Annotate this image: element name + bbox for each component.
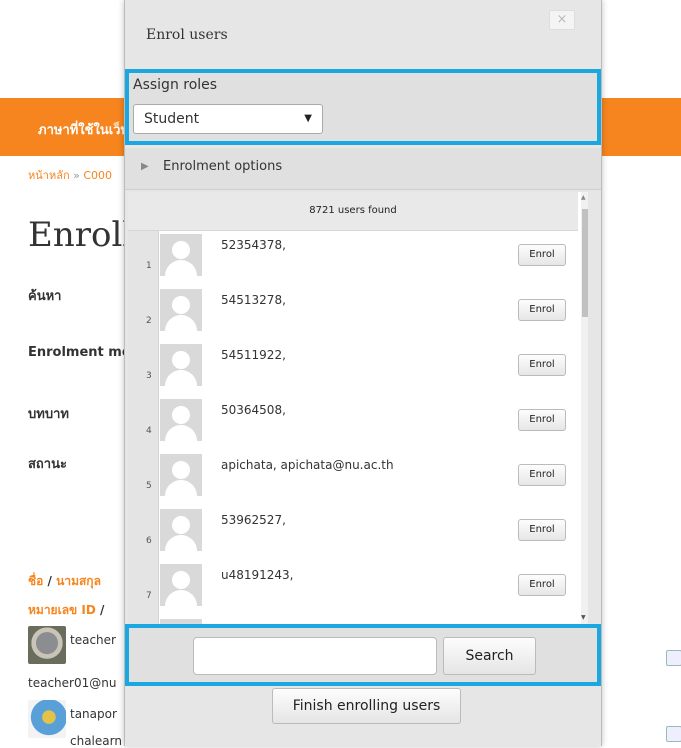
expand-arrow-icon: ▶: [141, 161, 149, 172]
sort-surname-link[interactable]: นามสกุล: [56, 574, 101, 588]
user-row: 6 53962527, Enrol: [128, 506, 578, 563]
sort-name-links: ชื่อ / นามสกุล: [28, 572, 101, 591]
user-avatar: [28, 700, 66, 738]
close-icon[interactable]: ×: [549, 10, 575, 30]
user-list-panel: 8721 users found 1 52354378, Enrol 2 545…: [128, 192, 588, 624]
user-row: 5 apichata, apichata@nu.ac.th Enrol: [128, 451, 578, 508]
user-name: 50364508,: [221, 403, 286, 417]
role-selected-value: Student: [144, 111, 200, 127]
status-label: สถานะ: [28, 457, 67, 472]
search-label: ค้นหา: [28, 289, 62, 304]
row-number: 3: [146, 371, 152, 381]
user-name: u48191243,: [221, 568, 294, 582]
breadcrumb: หน้าหลัก » C000: [28, 166, 112, 184]
sort-separator: /: [47, 574, 52, 588]
user-avatar: [28, 626, 66, 664]
user-picture-icon: [160, 509, 202, 551]
row-number: 2: [146, 316, 152, 326]
sort-id-number-link[interactable]: หมายเลข ID: [28, 603, 96, 617]
scrollbar-thumb[interactable]: [582, 209, 588, 317]
user-name: 54511922,: [221, 348, 286, 362]
search-input[interactable]: [193, 637, 437, 675]
dialog-title: Enrol users: [146, 27, 228, 43]
expand-icon[interactable]: [666, 726, 681, 742]
assign-roles-section: Assign roles Student ▼: [125, 69, 601, 145]
user-name[interactable]: tanapor: [70, 707, 117, 721]
enrol-button[interactable]: Enrol: [518, 244, 566, 266]
user-name[interactable]: teacher: [70, 633, 116, 647]
enrol-users-dialog: Enrol users × Assign roles Student ▼ ▶ E…: [124, 0, 602, 746]
role-label: บทบาท: [28, 407, 69, 422]
user-row: 4 50364508, Enrol: [128, 396, 578, 453]
sort-id-links: หมายเลข ID /: [28, 601, 104, 620]
enrol-button[interactable]: Enrol: [518, 519, 566, 541]
user-row: 1 52354378, Enrol: [128, 231, 578, 288]
enrolment-options-toggle[interactable]: ▶ Enrolment options: [125, 148, 601, 190]
scroll-down-arrow-icon[interactable]: ▼: [581, 614, 586, 621]
user-email: teacher01@nu: [28, 676, 117, 690]
user-row: [128, 616, 578, 624]
scroll-up-arrow-icon[interactable]: ▲: [581, 194, 586, 201]
finish-enrolling-button[interactable]: Finish enrolling users: [272, 688, 461, 724]
row-number: 1: [146, 261, 152, 271]
language-menu[interactable]: ภาษาที่ใช้ในเว็บ: [38, 119, 129, 140]
search-button[interactable]: Search: [443, 637, 536, 675]
search-section: Search: [125, 624, 601, 686]
user-picture-icon: [160, 289, 202, 331]
sort-first-name-link[interactable]: ชื่อ: [28, 574, 43, 588]
user-picture-icon: [160, 564, 202, 606]
user-name: 52354378,: [221, 238, 286, 252]
enrolment-options-label: Enrolment options: [163, 159, 283, 174]
row-number: 7: [146, 591, 152, 601]
breadcrumb-separator: »: [73, 169, 80, 182]
enrol-button[interactable]: Enrol: [518, 299, 566, 321]
row-number: 4: [146, 426, 152, 436]
row-number: 5: [146, 481, 152, 491]
sort-separator-2: /: [100, 603, 105, 617]
role-select[interactable]: Student ▼: [133, 104, 323, 134]
user-row: 7 u48191243, Enrol: [128, 561, 578, 618]
row-number: 6: [146, 536, 152, 546]
enrol-button[interactable]: Enrol: [518, 354, 566, 376]
breadcrumb-course[interactable]: C000: [83, 169, 112, 182]
dropdown-arrow-icon: ▼: [304, 113, 312, 124]
enrol-button[interactable]: Enrol: [518, 409, 566, 431]
breadcrumb-home[interactable]: หน้าหลัก: [28, 169, 70, 182]
expand-icon[interactable]: [666, 650, 681, 666]
user-row: 2 54513278, Enrol: [128, 286, 578, 343]
user-row: 3 54511922, Enrol: [128, 341, 578, 398]
users-found-count: 8721 users found: [128, 192, 578, 231]
user-name: apichata, apichata@nu.ac.th: [221, 458, 394, 472]
user-picture-icon: [160, 454, 202, 496]
user-picture-icon: [160, 399, 202, 441]
user-name: 54513278,: [221, 293, 286, 307]
user-name: 53962527,: [221, 513, 286, 527]
assign-roles-label: Assign roles: [133, 77, 218, 93]
enrol-button[interactable]: Enrol: [518, 574, 566, 596]
enrol-button[interactable]: Enrol: [518, 464, 566, 486]
user-picture-icon: [160, 234, 202, 276]
user-picture-icon: [160, 344, 202, 386]
